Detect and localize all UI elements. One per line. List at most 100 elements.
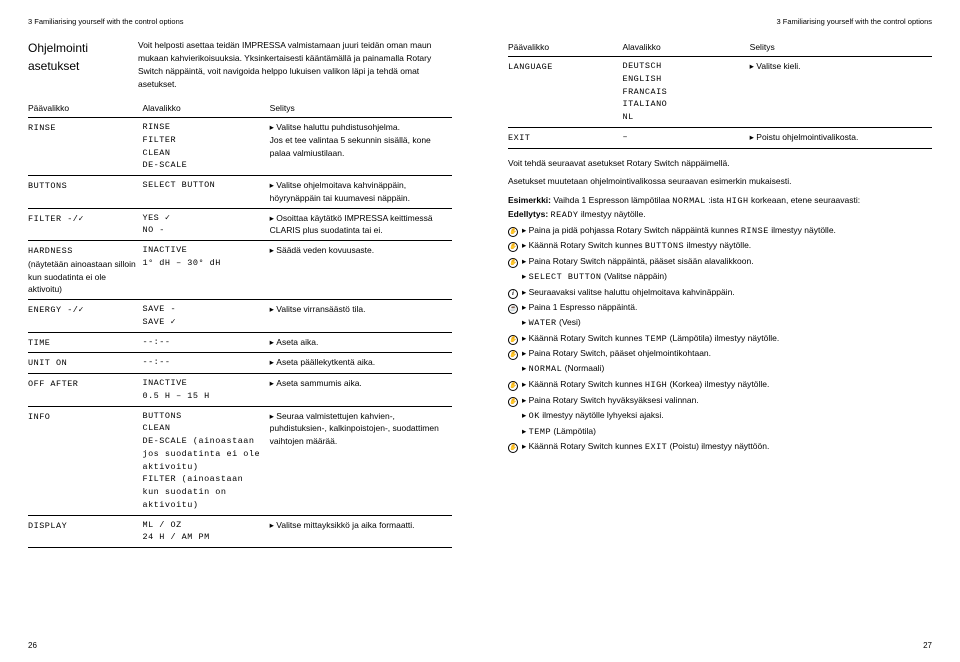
cell-main: FILTER -/✓: [28, 208, 142, 241]
table-row: FILTER -/✓YES ✓NO -Osoittaa käytätkö IMP…: [28, 208, 452, 241]
header-left: 3 Familiarising yourself with the contro…: [28, 16, 452, 27]
cell-sub: –: [622, 127, 749, 148]
table-row: HARDNESS(näytetään ainoastaan silloin ku…: [28, 241, 452, 300]
step-row: ✋Käännä Rotary Switch kunnes HIGH (Korke…: [508, 378, 932, 392]
step-text: Paina 1 Espresso näppäintä.: [522, 301, 932, 314]
cell-sub: --:--: [142, 353, 269, 374]
cell-desc: Osoittaa käytätkö IMPRESSA keittimessä C…: [270, 208, 452, 241]
th-main: Päävalikko: [28, 100, 142, 117]
cell-main: OFF AFTER: [28, 374, 142, 407]
header-right: 3 Familiarising yourself with the contro…: [508, 16, 932, 27]
step-text: TEMP (Lämpötila): [522, 425, 932, 439]
cell-sub: ML / OZ24 H / AM PM: [142, 515, 269, 548]
cell-desc: Valitse virransäästö tila.: [270, 300, 452, 333]
cell-sub: INACTIVE1° dH – 30° dH: [142, 241, 269, 300]
right-menu-table: Päävalikko Alavalikko Selitys LANGUAGEDE…: [508, 39, 932, 148]
step-list: ✋Paina ja pidä pohjassa Rotary Switch nä…: [508, 224, 932, 455]
cell-sub: RINSEFILTERCLEANDE-SCALE: [142, 118, 269, 176]
hand-icon: ✋: [508, 239, 522, 252]
cell-sub: DEUTSCHENGLISHFRANCAISITALIANONL: [622, 57, 749, 128]
step-text: Käännä Rotary Switch kunnes EXIT (Poistu…: [522, 440, 932, 454]
hand-icon: ✋: [508, 440, 522, 453]
cell-sub: BUTTONSCLEANDE-SCALE (ainoastaan jos suo…: [142, 406, 269, 515]
hand-icon: ✋: [508, 332, 522, 345]
cell-desc: Valitse haluttu puhdistusohjelma.Jos et …: [270, 118, 452, 176]
right-page: 3 Familiarising yourself with the contro…: [480, 0, 960, 662]
intro-row: Ohjelmointi asetukset Voit helposti aset…: [28, 39, 452, 90]
cell-main: EXIT: [508, 127, 622, 148]
cell-main: DISPLAY: [28, 515, 142, 548]
step-text: WATER (Vesi): [522, 316, 932, 330]
precondition-line: Edellytys: READY ilmestyy näytölle.: [508, 208, 932, 222]
step-row: ✋Paina ja pidä pohjassa Rotary Switch nä…: [508, 224, 932, 238]
th-desc-r: Selitys: [750, 39, 932, 56]
table-row: ENERGY -/✓SAVE -SAVE ✓Valitse virransääs…: [28, 300, 452, 333]
hand-icon: ✋: [508, 378, 522, 391]
cup-icon: ☕: [508, 301, 522, 314]
table-row: EXIT–Poistu ohjelmointivalikosta.: [508, 127, 932, 148]
cell-main: HARDNESS(näytetään ainoastaan silloin ku…: [28, 241, 142, 300]
cell-main: UNIT ON: [28, 353, 142, 374]
hand-icon: ✋: [508, 347, 522, 360]
cell-main: LANGUAGE: [508, 57, 622, 128]
cell-main: INFO: [28, 406, 142, 515]
step-text: Paina Rotary Switch näppäintä, pääset si…: [522, 255, 932, 268]
cell-main: RINSE: [28, 118, 142, 176]
cell-sub: SAVE -SAVE ✓: [142, 300, 269, 333]
table-row: INFOBUTTONSCLEANDE-SCALE (ainoastaan jos…: [28, 406, 452, 515]
cell-desc: Aseta aika.: [270, 332, 452, 353]
step-text: Paina Rotary Switch hyväksyäksesi valinn…: [522, 394, 932, 407]
hand-icon: ✋: [508, 394, 522, 407]
step-text: Käännä Rotary Switch kunnes BUTTONS ilme…: [522, 239, 932, 253]
step-text: Käännä Rotary Switch kunnes HIGH (Korkea…: [522, 378, 932, 392]
step-text: Paina ja pidä pohjassa Rotary Switch näp…: [522, 224, 932, 238]
cell-desc: Poistu ohjelmointivalikosta.: [750, 127, 932, 148]
step-row: ✋Käännä Rotary Switch kunnes TEMP (Lämpö…: [508, 332, 932, 346]
cell-sub: YES ✓NO -: [142, 208, 269, 241]
step-row: ✋Paina Rotary Switch, pääset ohjelmointi…: [508, 347, 932, 360]
step-text: Seuraavaksi valitse haluttu ohjelmoitava…: [522, 286, 932, 299]
th-sub-r: Alavalikko: [622, 39, 749, 56]
step-row: ☕Paina 1 Espresso näppäintä.: [508, 301, 932, 314]
step-row: SELECT BUTTON (Valitse näppäin): [508, 270, 932, 284]
right-para-1: Voit tehdä seuraavat asetukset Rotary Sw…: [508, 157, 932, 170]
hand-icon: ✋: [508, 255, 522, 268]
step-row: ✋Käännä Rotary Switch kunnes BUTTONS ilm…: [508, 239, 932, 253]
page-number-left: 26: [28, 640, 37, 652]
table-row: LANGUAGEDEUTSCHENGLISHFRANCAISITALIANONL…: [508, 57, 932, 128]
table-row: OFF AFTERINACTIVE0.5 H – 15 HAseta sammu…: [28, 374, 452, 407]
cell-sub: INACTIVE0.5 H – 15 H: [142, 374, 269, 407]
example-block: Esimerkki: Vaihda 1 Espresson lämpötilaa…: [508, 194, 932, 454]
cell-main: ENERGY -/✓: [28, 300, 142, 333]
step-text: SELECT BUTTON (Valitse näppäin): [522, 270, 932, 284]
cell-desc: Seuraa valmistettujen kahvien-, puhdistu…: [270, 406, 452, 515]
step-row: ✋Paina Rotary Switch näppäintä, pääset s…: [508, 255, 932, 268]
cell-desc: Valitse kieli.: [750, 57, 932, 128]
cell-desc: Valitse mittayksikkö ja aika formaatti.: [270, 515, 452, 548]
cell-sub: --:--: [142, 332, 269, 353]
page-number-right: 27: [923, 640, 932, 652]
cell-main: BUTTONS: [28, 176, 142, 209]
step-row: NORMAL (Normaali): [508, 362, 932, 376]
hand-icon: ✋: [508, 224, 522, 237]
left-menu-table: Päävalikko Alavalikko Selitys RINSERINSE…: [28, 100, 452, 548]
table-row: BUTTONSSELECT BUTTONValitse ohjelmoitava…: [28, 176, 452, 209]
cell-desc: Aseta sammumis aika.: [270, 374, 452, 407]
table-row: TIME--:--Aseta aika.: [28, 332, 452, 353]
cell-desc: Aseta päällekytkentä aika.: [270, 353, 452, 374]
left-page: 3 Familiarising yourself with the contro…: [0, 0, 480, 662]
step-text: OK ilmestyy näytölle lyhyeksi ajaksi.: [522, 409, 932, 423]
example-line: Esimerkki: Vaihda 1 Espresson lämpötilaa…: [508, 194, 932, 208]
cell-sub: SELECT BUTTON: [142, 176, 269, 209]
table-row: DISPLAYML / OZ24 H / AM PMValitse mittay…: [28, 515, 452, 548]
th-sub: Alavalikko: [142, 100, 269, 117]
right-para-2: Asetukset muutetaan ohjelmointivalikossa…: [508, 175, 932, 188]
table-row: RINSERINSEFILTERCLEANDE-SCALEValitse hal…: [28, 118, 452, 176]
th-desc: Selitys: [270, 100, 452, 117]
step-text: NORMAL (Normaali): [522, 362, 932, 376]
step-row: WATER (Vesi): [508, 316, 932, 330]
step-row: ✋Käännä Rotary Switch kunnes EXIT (Poist…: [508, 440, 932, 454]
step-text: Paina Rotary Switch, pääset ohjelmointik…: [522, 347, 932, 360]
th-main-r: Päävalikko: [508, 39, 622, 56]
cell-main: TIME: [28, 332, 142, 353]
